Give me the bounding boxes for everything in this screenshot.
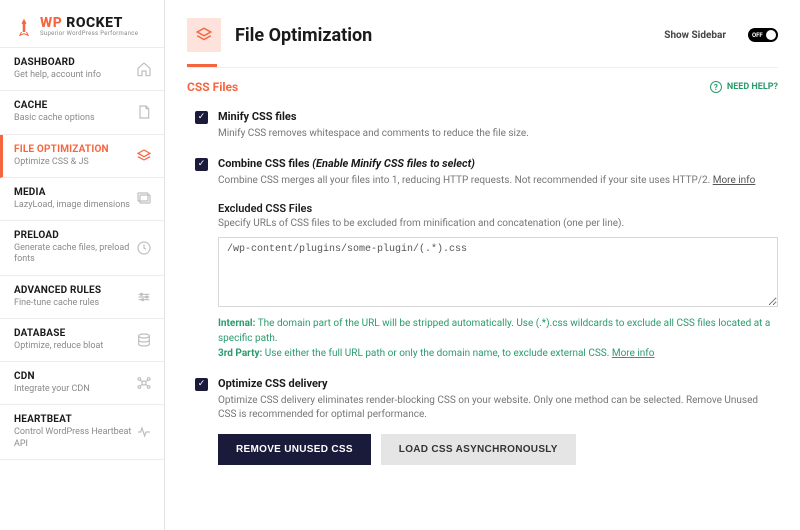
- sidebar: WP ROCKET Superior WordPress Performance…: [0, 0, 165, 530]
- need-help-link[interactable]: ? NEED HELP?: [710, 81, 778, 93]
- nav-item-advanced-rules[interactable]: ADVANCED RULESFine-tune cache rules: [0, 276, 164, 319]
- optimize-css-label: Optimize CSS delivery: [218, 377, 328, 390]
- excluded-css-title: Excluded CSS Files: [218, 202, 778, 215]
- combine-css-desc: Combine CSS merges all your files into 1…: [218, 174, 778, 188]
- logo: WP ROCKET Superior WordPress Performance: [0, 0, 164, 47]
- main-panel: File Optimization Show Sidebar OFF CSS F…: [165, 0, 800, 530]
- nav-item-file-optimization[interactable]: FILE OPTIMIZATIONOptimize CSS & JS: [0, 135, 164, 178]
- nav-item-heartbeat[interactable]: HEARTBEATControl WordPress Heartbeat API: [0, 405, 164, 460]
- nav-item-database[interactable]: DATABASEOptimize, reduce bloat: [0, 319, 164, 362]
- excluded-css-textarea[interactable]: [218, 237, 778, 307]
- nav-item-preload[interactable]: PRELOADGenerate cache files, preload fon…: [0, 221, 164, 276]
- show-sidebar-toggle[interactable]: OFF: [748, 28, 778, 42]
- minify-css-desc: Minify CSS removes whitespace and commen…: [218, 127, 778, 141]
- page-title: File Optimization: [235, 25, 650, 46]
- combine-css-checkbox[interactable]: ✓: [195, 158, 208, 171]
- nav-item-media[interactable]: MEDIALazyLoad, image dimensions: [0, 178, 164, 221]
- load-css-async-button[interactable]: LOAD CSS ASYNCHRONOUSLY: [381, 434, 576, 465]
- database-icon: [136, 332, 152, 348]
- minify-css-label: Minify CSS files: [218, 110, 297, 123]
- minify-css-checkbox[interactable]: ✓: [195, 111, 208, 124]
- clock-icon: [136, 240, 152, 256]
- hint-more-link[interactable]: More info: [612, 348, 655, 359]
- hint-internal: Internal: The domain part of the URL wil…: [218, 316, 778, 346]
- combine-more-link[interactable]: More info: [713, 175, 756, 186]
- images-icon: [136, 191, 152, 207]
- help-icon: ?: [710, 81, 722, 93]
- header-layers-icon: [187, 18, 221, 52]
- heartbeat-icon: [136, 424, 152, 440]
- show-sidebar-label: Show Sidebar: [664, 30, 726, 41]
- setting-optimize-css: ✓ Optimize CSS delivery Optimize CSS del…: [187, 377, 778, 465]
- combine-css-label: Combine CSS files (Enable Minify CSS fil…: [218, 157, 475, 170]
- remove-unused-css-button[interactable]: REMOVE UNUSED CSS: [218, 434, 371, 465]
- optimize-css-checkbox[interactable]: ✓: [195, 378, 208, 391]
- page-header: File Optimization Show Sidebar OFF: [165, 0, 800, 56]
- excluded-css-desc: Specify URLs of CSS files to be excluded…: [218, 218, 778, 229]
- home-icon: [136, 61, 152, 77]
- network-icon: [136, 375, 152, 391]
- layers-icon: [136, 148, 152, 164]
- rocket-icon: [14, 17, 34, 37]
- nav-item-dashboard[interactable]: DASHBOARDGet help, account info: [0, 47, 164, 91]
- sliders-icon: [136, 289, 152, 305]
- nav-item-cdn[interactable]: CDNIntegrate your CDN: [0, 362, 164, 405]
- hint-3rd-party: 3rd Party: Use either the full URL path …: [218, 346, 778, 361]
- setting-combine-css: ✓ Combine CSS files (Enable Minify CSS f…: [187, 157, 778, 361]
- nav-item-cache[interactable]: CACHEBasic cache options: [0, 91, 164, 134]
- nav-list: DASHBOARDGet help, account info CACHEBas…: [0, 47, 164, 530]
- optimize-css-desc: Optimize CSS delivery eliminates render-…: [218, 394, 778, 422]
- content-area: CSS Files ? NEED HELP? ✓ Minify CSS file…: [165, 68, 800, 530]
- excluded-css-block: Excluded CSS Files Specify URLs of CSS f…: [218, 202, 778, 361]
- file-icon: [136, 104, 152, 120]
- section-title: CSS Files: [187, 80, 238, 94]
- setting-minify-css: ✓ Minify CSS files Minify CSS removes wh…: [187, 110, 778, 141]
